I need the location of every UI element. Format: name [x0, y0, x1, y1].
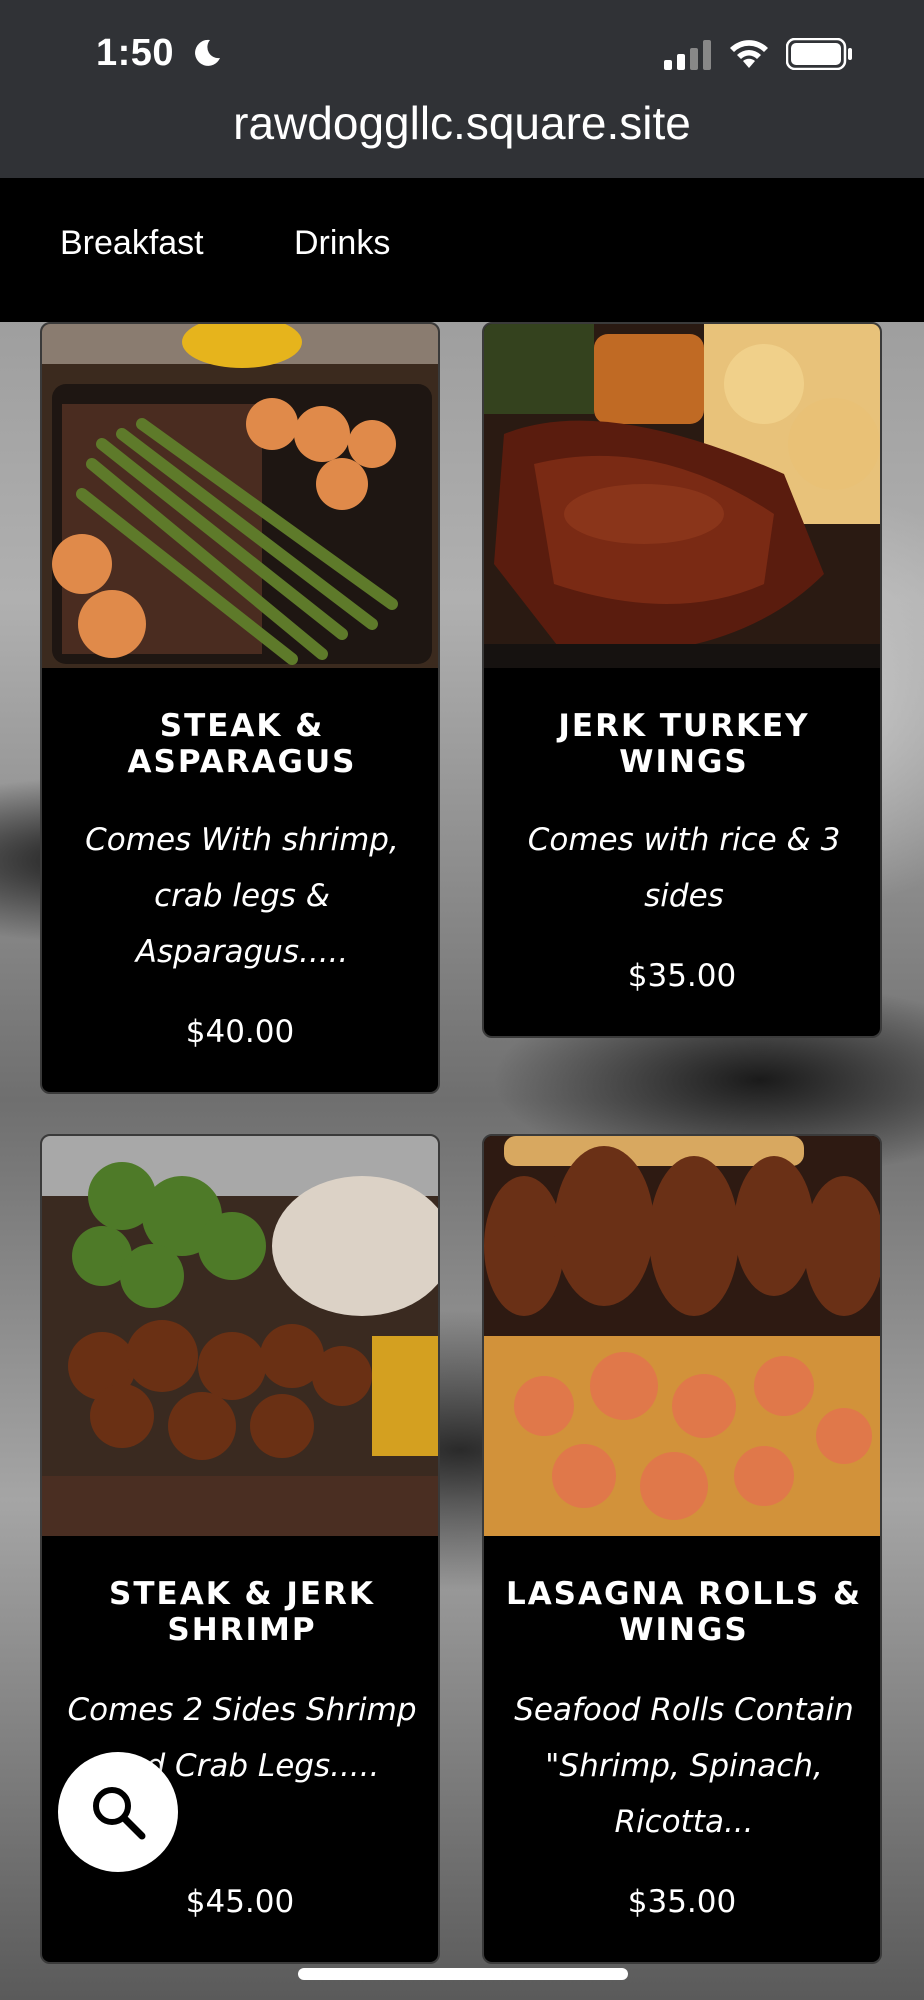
food-image	[484, 324, 880, 668]
card-title: Steak & Jerk Shrimp	[109, 1576, 375, 1648]
battery-icon	[786, 38, 852, 70]
site-nav: Breakfast Drinks	[0, 178, 924, 322]
signal-icon	[664, 40, 711, 70]
card-title: Lasagna Rolls & Wings	[505, 1576, 863, 1648]
menu-item-card[interactable]: Jerk Turkey Wings Comes with rice & 3 si…	[482, 322, 882, 1038]
menu-item-card[interactable]: Lasagna Rolls & Wings Seafood Rolls Cont…	[482, 1134, 882, 1964]
card-description: Comes With shrimp, crab legs & Asparagus…	[85, 822, 399, 970]
food-image	[42, 1136, 438, 1536]
card-description: Seafood Rolls Contain "Shrimp, Spinach, …	[514, 1692, 854, 1840]
card-price: $45.00	[185, 1884, 295, 1920]
food-image	[42, 324, 438, 668]
card-price: $35.00	[627, 1884, 737, 1920]
card-price: $40.00	[185, 1014, 295, 1050]
search-icon	[93, 1787, 146, 1840]
card-title: Steak & Asparagus	[127, 708, 357, 780]
moon-icon	[195, 39, 220, 66]
menu-item-card[interactable]: Steak & Asparagus Comes With shrimp, cra…	[40, 322, 440, 1094]
card-description: Comes with rice & 3 sides	[527, 822, 841, 914]
status-time: 1:50	[96, 32, 175, 74]
url-bar[interactable]: rawdoggllc.square.site	[0, 96, 924, 150]
home-indicator[interactable]	[298, 1968, 628, 1980]
nav-item-drinks[interactable]: Drinks	[294, 224, 390, 263]
wifi-icon	[730, 40, 768, 68]
nav-item-breakfast[interactable]: Breakfast	[60, 224, 204, 263]
card-title: Jerk Turkey Wings	[558, 708, 810, 780]
browser-top-bar: 1:50 rawdoggllc.square.site	[0, 0, 924, 178]
food-image	[484, 1136, 880, 1536]
search-button[interactable]	[58, 1752, 178, 1872]
card-price: $35.00	[627, 958, 737, 994]
